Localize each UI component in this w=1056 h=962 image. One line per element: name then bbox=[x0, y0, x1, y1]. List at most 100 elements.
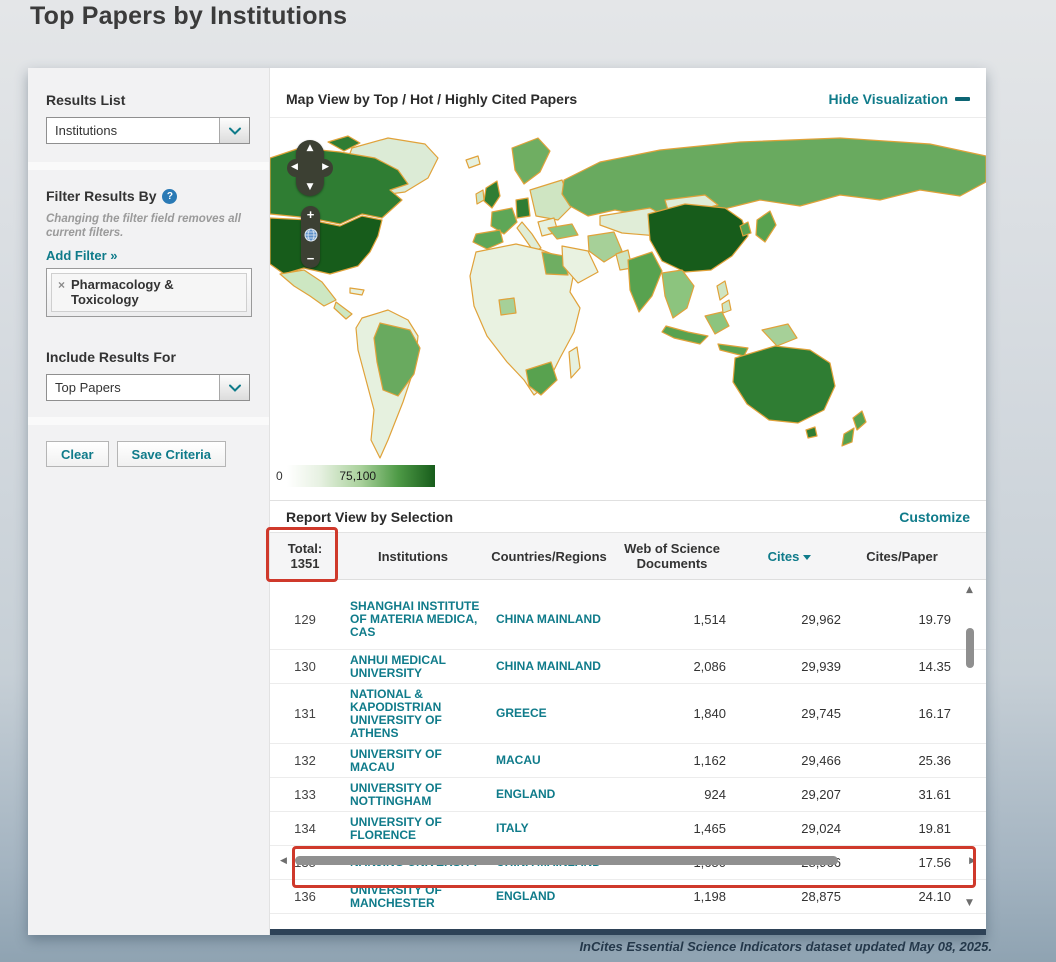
filter-section: Filter Results By ? Changing the filter … bbox=[28, 170, 269, 335]
map-pan-control[interactable]: ▲ ▼ ◀ ▶ bbox=[287, 140, 333, 196]
include-results-value: Top Papers bbox=[55, 380, 121, 395]
chevron-down-icon[interactable] bbox=[219, 118, 249, 143]
vertical-scroll-thumb[interactable] bbox=[966, 628, 974, 668]
wos-docs-value: 1,840 bbox=[693, 706, 726, 721]
filter-chip-label: Pharmacology & Toxicology bbox=[71, 277, 174, 307]
column-header-institutions[interactable]: Institutions bbox=[340, 549, 486, 564]
row-rank: 136 bbox=[294, 889, 316, 904]
scroll-down-icon[interactable]: ▼ bbox=[966, 899, 973, 908]
clear-button[interactable]: Clear bbox=[46, 441, 109, 467]
include-results-dropdown[interactable]: Top Papers bbox=[46, 374, 250, 401]
row-rank: 129 bbox=[294, 612, 316, 627]
table-row[interactable]: 136 UNIVERSITY OF MANCHESTER ENGLAND 1,1… bbox=[270, 880, 986, 914]
column-header-docs[interactable]: Web of Science Documents bbox=[612, 541, 732, 571]
institution-link[interactable]: ANHUI MEDICAL UNIVERSITY bbox=[340, 653, 486, 680]
legend-max-value: 75,100 bbox=[339, 469, 377, 483]
institution-link[interactable]: NATIONAL & KAPODISTRIAN UNIVERSITY OF AT… bbox=[340, 687, 486, 740]
sidebar: Results List Institutions Filter Results… bbox=[28, 68, 270, 935]
institution-link[interactable]: SHANGHAI INSTITUTE OF MATERIA MEDICA, CA… bbox=[340, 600, 486, 639]
actions-section: Clear Save Criteria bbox=[28, 425, 269, 935]
hide-visualization-link[interactable]: Hide Visualization bbox=[828, 91, 970, 107]
cites-value: 29,745 bbox=[801, 706, 841, 721]
include-results-section: Include Results For Top Papers bbox=[28, 335, 269, 417]
cites-per-paper-value: 16.17 bbox=[918, 706, 951, 721]
total-count: Total: 1351 bbox=[270, 541, 340, 571]
help-icon[interactable]: ? bbox=[162, 188, 178, 204]
cites-value: 29,024 bbox=[801, 821, 841, 836]
pan-left-icon[interactable]: ◀ bbox=[291, 163, 298, 172]
table-row[interactable]: 133 UNIVERSITY OF NOTTINGHAM ENGLAND 924… bbox=[270, 778, 986, 812]
scroll-right-icon[interactable]: ▶ bbox=[969, 856, 976, 866]
institution-link[interactable]: UNIVERSITY OF MACAU bbox=[340, 747, 486, 774]
cites-value: 28,875 bbox=[801, 889, 841, 904]
column-header-cites-per-paper[interactable]: Cites/Paper bbox=[847, 549, 957, 564]
country-link[interactable]: GREECE bbox=[486, 707, 612, 720]
results-list-section: Results List Institutions bbox=[28, 68, 269, 162]
add-filter-link[interactable]: Add Filter » bbox=[46, 248, 251, 263]
wos-docs-value: 1,465 bbox=[693, 821, 726, 836]
map-view-title: Map View by Top / Hot / Highly Cited Pap… bbox=[286, 90, 578, 107]
row-rank: 131 bbox=[294, 706, 316, 721]
zoom-out-button[interactable]: − bbox=[307, 252, 315, 265]
results-list-dropdown[interactable]: Institutions bbox=[46, 117, 250, 144]
sort-descending-icon bbox=[803, 554, 812, 560]
table-row[interactable]: 131 NATIONAL & KAPODISTRIAN UNIVERSITY O… bbox=[270, 684, 986, 744]
map-zoom-control[interactable]: + − bbox=[301, 206, 320, 268]
row-rank: 130 bbox=[294, 659, 316, 674]
scroll-left-icon[interactable]: ◀ bbox=[280, 856, 287, 866]
country-link[interactable]: CHINA MAINLAND bbox=[486, 613, 612, 626]
pan-right-icon[interactable]: ▶ bbox=[322, 163, 329, 172]
section-divider bbox=[28, 162, 269, 170]
remove-filter-icon[interactable]: × bbox=[58, 278, 65, 292]
world-choropleth-map[interactable] bbox=[270, 118, 986, 498]
total-label: Total: bbox=[287, 541, 323, 556]
customize-link[interactable]: Customize bbox=[899, 509, 970, 525]
table-row[interactable]: 130 ANHUI MEDICAL UNIVERSITY CHINA MAINL… bbox=[270, 650, 986, 684]
country-link[interactable]: CHINA MAINLAND bbox=[486, 660, 612, 673]
scroll-up-icon[interactable]: ▲ bbox=[966, 586, 973, 595]
zoom-in-button[interactable]: + bbox=[307, 208, 315, 221]
table-row[interactable]: 132 UNIVERSITY OF MACAU MACAU 1,162 29,4… bbox=[270, 744, 986, 778]
wos-docs-value: 1,162 bbox=[693, 753, 726, 768]
country-link[interactable]: MACAU bbox=[486, 754, 612, 767]
country-link[interactable]: ITALY bbox=[486, 822, 612, 835]
content-bottom-bar bbox=[270, 929, 986, 935]
section-divider bbox=[28, 417, 269, 425]
legend-min-value: 0 bbox=[276, 469, 283, 483]
cites-header-label: Cites bbox=[767, 548, 800, 564]
cites-per-paper-value: 24.10 bbox=[918, 889, 951, 904]
cites-per-paper-value: 31.61 bbox=[918, 787, 951, 802]
page: Top Papers by Institutions Results List … bbox=[0, 0, 1056, 962]
table-row[interactable]: 134 UNIVERSITY OF FLORENCE ITALY 1,465 2… bbox=[270, 812, 986, 846]
horizontal-scroll-thumb[interactable] bbox=[295, 856, 838, 865]
world-map-region[interactable]: ▲ ▼ ◀ ▶ + − 0 75,100 bbox=[270, 118, 986, 498]
collapse-icon[interactable] bbox=[955, 96, 970, 101]
table-row[interactable]: 129 SHANGHAI INSTITUTE OF MATERIA MEDICA… bbox=[270, 590, 986, 650]
column-header-cites-sorted[interactable]: Cites bbox=[732, 549, 847, 564]
chevron-down-icon[interactable] bbox=[219, 375, 249, 400]
pan-down-icon[interactable]: ▼ bbox=[307, 183, 314, 192]
results-list-label: Results List bbox=[46, 92, 126, 108]
institution-link[interactable]: UNIVERSITY OF MANCHESTER bbox=[340, 883, 486, 910]
country-link[interactable]: ENGLAND bbox=[486, 788, 612, 801]
include-results-label: Include Results For bbox=[46, 349, 176, 365]
institution-link[interactable]: UNIVERSITY OF FLORENCE bbox=[340, 815, 486, 842]
institution-link[interactable]: UNIVERSITY OF NOTTINGHAM bbox=[340, 781, 486, 808]
report-view-header: Report View by Selection Customize bbox=[270, 500, 986, 532]
legend-gradient-bar: 75,100 bbox=[286, 465, 435, 487]
filter-results-text: Filter Results By bbox=[46, 188, 157, 204]
horizontal-scrollbar[interactable]: ◀ ▶ bbox=[278, 854, 978, 867]
wos-docs-value: 2,086 bbox=[693, 659, 726, 674]
row-rank: 134 bbox=[294, 821, 316, 836]
save-criteria-button[interactable]: Save Criteria bbox=[116, 441, 227, 467]
country-link[interactable]: ENGLAND bbox=[486, 890, 612, 903]
filter-chip[interactable]: × Pharmacology & Toxicology bbox=[51, 273, 247, 312]
pan-up-icon[interactable]: ▲ bbox=[307, 144, 314, 153]
column-header-countries[interactable]: Countries/Regions bbox=[486, 549, 612, 564]
total-value: 1351 bbox=[290, 556, 320, 571]
page-title: Top Papers by Institutions bbox=[30, 2, 348, 30]
content-area: Map View by Top / Hot / Highly Cited Pap… bbox=[270, 68, 986, 935]
filter-note: Changing the filter field removes all cu… bbox=[46, 213, 241, 239]
filter-results-label: Filter Results By ? bbox=[46, 188, 251, 204]
globe-icon[interactable] bbox=[304, 228, 318, 247]
